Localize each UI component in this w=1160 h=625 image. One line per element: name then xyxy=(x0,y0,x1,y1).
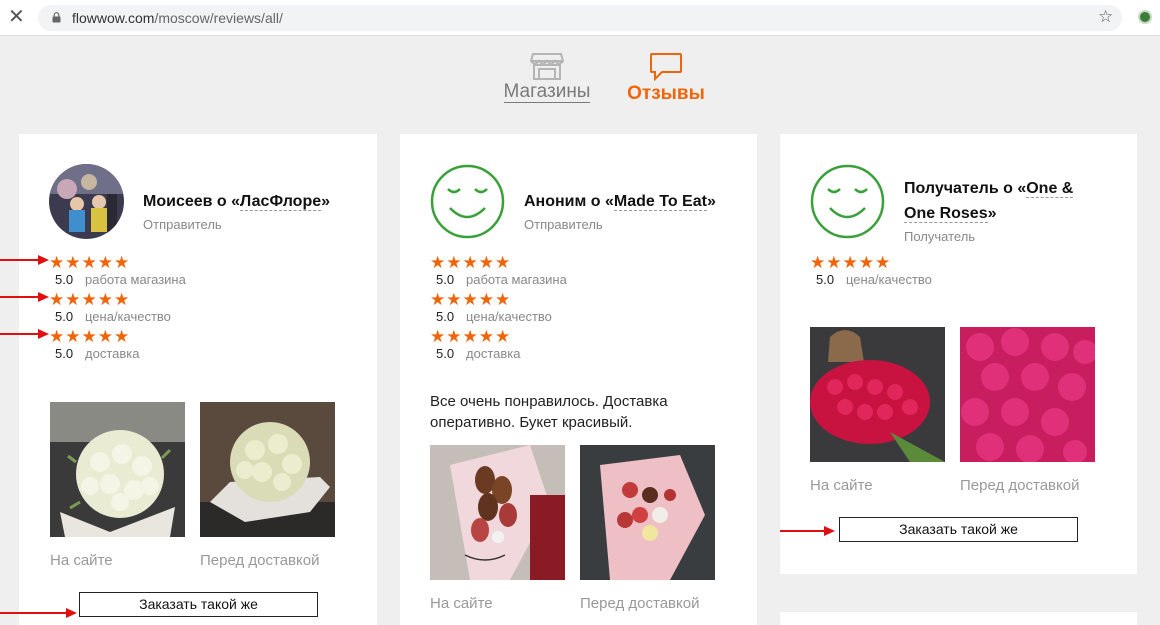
order-same-button[interactable]: Заказать такой же xyxy=(79,592,318,617)
photo-caption: Перед доставкой xyxy=(200,552,320,569)
extension-icon[interactable] xyxy=(1138,10,1152,24)
rating-stars: ★★★★★ xyxy=(49,253,131,272)
photo-before-delivery[interactable] xyxy=(580,445,715,580)
review-card: Аноним о «Made To Eat» Отправитель ★★★★★… xyxy=(400,134,757,625)
annotation-arrow-icon xyxy=(0,329,49,339)
rating-stars: ★★★★★ xyxy=(430,253,512,272)
rating-value: 5.0 xyxy=(55,309,74,324)
tab-shops[interactable]: Магазины xyxy=(500,52,594,103)
rating-stars: ★★★★★ xyxy=(430,327,512,346)
review-text: Все очень понравилось. Доставка оператив… xyxy=(430,393,668,431)
annotation-arrow-icon xyxy=(0,292,49,302)
annotation-arrow-icon xyxy=(0,608,77,618)
bookmark-star-icon[interactable]: ☆ xyxy=(1098,7,1113,27)
annotation-arrow-icon xyxy=(780,526,835,536)
tab-shops-label: Магазины xyxy=(503,81,591,103)
reviewer-title: Получатель о «One & One Roses» xyxy=(904,180,1074,223)
rating-label: доставка xyxy=(85,346,140,361)
tab-reviews[interactable]: Отзывы xyxy=(624,52,708,104)
photo-on-site[interactable] xyxy=(50,402,185,537)
review-card xyxy=(780,612,1137,625)
reviewer-role: Отправитель xyxy=(524,217,603,232)
rating-block: ★★★★★ 5.0 работа магазина ★★★★★ 5.0 цена/к… xyxy=(430,254,567,362)
rating-value: 5.0 xyxy=(55,272,74,287)
photo-on-site[interactable] xyxy=(430,445,565,580)
photo-caption: На сайте xyxy=(810,477,873,494)
chat-bubble-icon xyxy=(650,53,682,82)
lock-icon xyxy=(52,12,61,23)
store-icon xyxy=(530,53,564,80)
photo-caption: Перед доставкой xyxy=(580,595,700,612)
shop-link[interactable]: ЛасФлоре xyxy=(240,193,322,211)
rating-label: работа магазина xyxy=(85,272,186,287)
rating-label: цена/качество xyxy=(466,309,552,324)
url-text: flowwow.com/moscow/reviews/all/ xyxy=(72,10,283,26)
photo-caption: Перед доставкой xyxy=(960,477,1080,494)
rating-stars: ★★★★★ xyxy=(430,290,512,309)
reviewer-role: Получатель xyxy=(904,229,976,244)
reviewer-role: Отправитель xyxy=(143,217,222,232)
rating-value: 5.0 xyxy=(816,272,835,287)
photo-before-delivery[interactable] xyxy=(200,402,335,537)
photo-on-site[interactable] xyxy=(810,327,945,462)
tab-reviews-label: Отзывы xyxy=(627,83,705,104)
rating-block: ★★★★★ 5.0 цена/качество xyxy=(810,254,932,288)
rating-label: доставка xyxy=(466,346,521,361)
annotation-arrow-icon xyxy=(0,255,49,265)
reviewer-title: Аноним о «Made To Eat» xyxy=(524,193,716,211)
rating-value: 5.0 xyxy=(55,346,74,361)
photo-caption: На сайте xyxy=(430,595,493,612)
close-icon[interactable]: ✕ xyxy=(8,7,25,27)
shop-link[interactable]: Made To Eat xyxy=(613,193,707,211)
address-bar[interactable]: flowwow.com/moscow/reviews/all/ ☆ xyxy=(38,5,1122,31)
rating-stars: ★★★★★ xyxy=(49,290,131,309)
avatar xyxy=(49,164,124,239)
photo-caption: На сайте xyxy=(50,552,113,569)
reviewer-title: Моисеев о «ЛасФлоре» xyxy=(143,193,331,211)
rating-stars: ★★★★★ xyxy=(49,327,131,346)
rating-value: 5.0 xyxy=(436,346,455,361)
review-card: Моисеев о «ЛасФлоре» Отправитель ★★★★★ 5… xyxy=(19,134,377,625)
order-same-button[interactable]: Заказать такой же xyxy=(839,517,1078,542)
anonymous-smiley-icon xyxy=(430,164,505,239)
photo-before-delivery[interactable] xyxy=(960,327,1095,462)
rating-value: 5.0 xyxy=(436,309,455,324)
rating-block: ★★★★★ 5.0 работа магазина ★★★★★ 5.0 цена/к… xyxy=(49,254,186,362)
rating-value: 5.0 xyxy=(436,272,455,287)
browser-toolbar: ✕ flowwow.com/moscow/reviews/all/ ☆ xyxy=(0,0,1160,36)
rating-stars: ★★★★★ xyxy=(810,253,892,272)
rating-label: цена/качество xyxy=(846,272,932,287)
rating-label: работа магазина xyxy=(466,272,567,287)
rating-label: цена/качество xyxy=(85,309,171,324)
review-card: Получатель о «One & One Roses» Получатель… xyxy=(780,134,1137,574)
anonymous-smiley-icon xyxy=(810,164,885,239)
